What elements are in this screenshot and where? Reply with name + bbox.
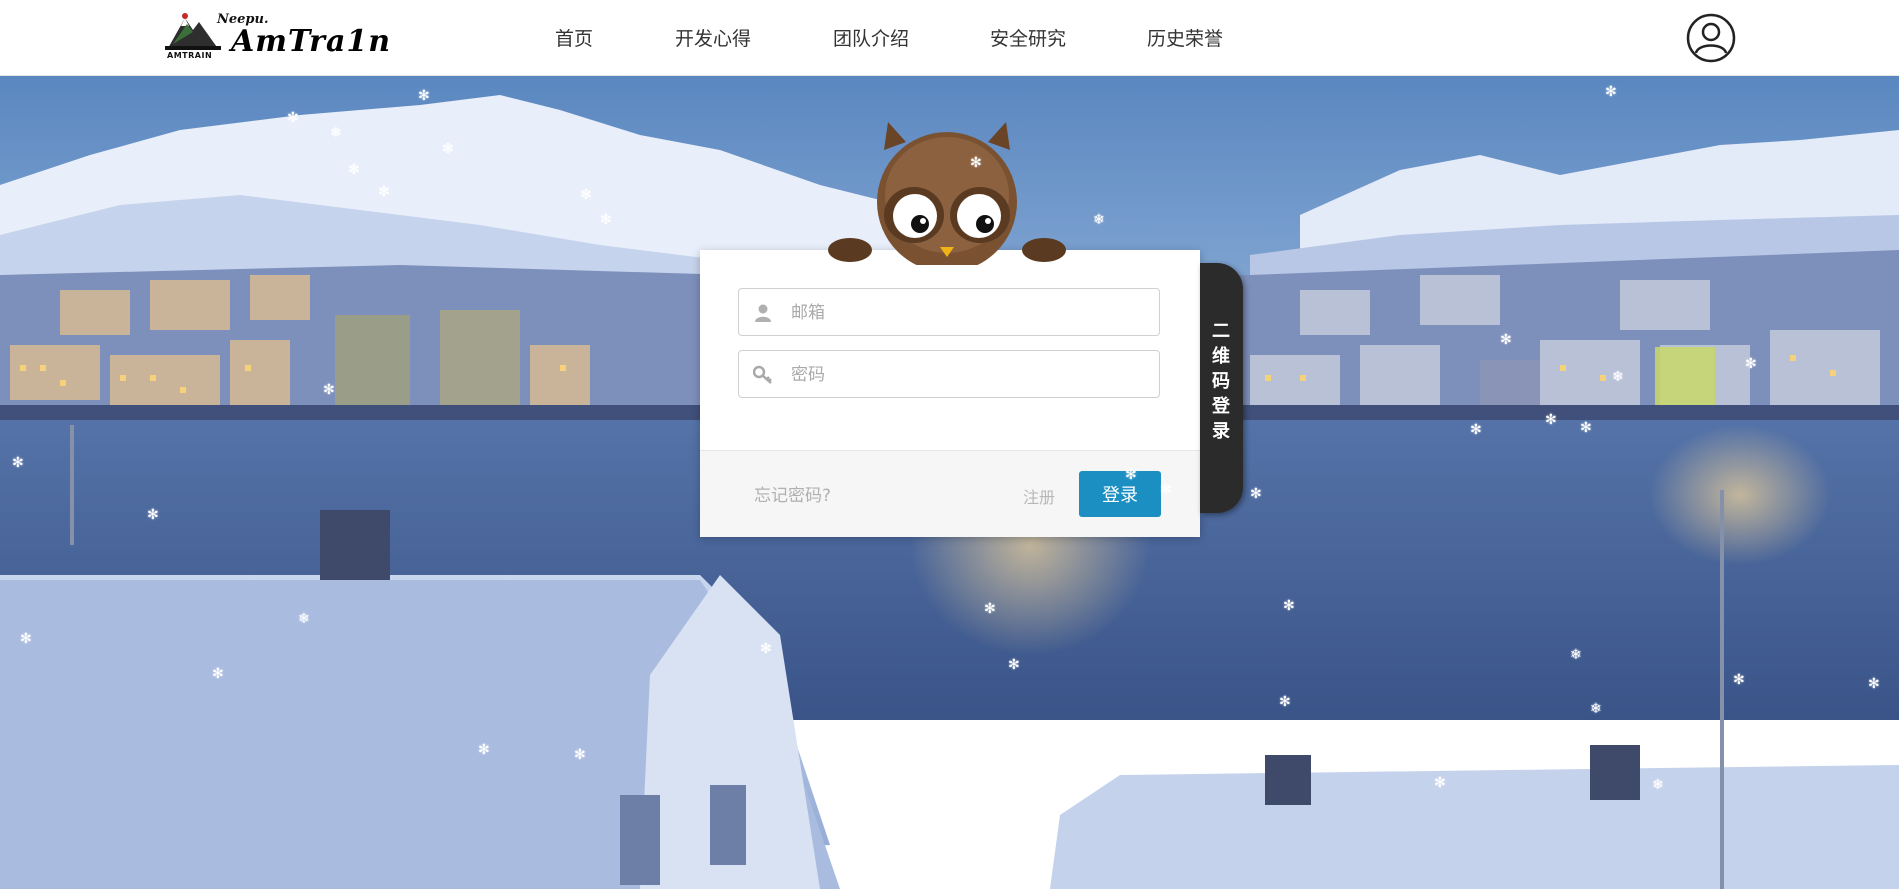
snowflake-icon: ✻ — [147, 507, 159, 523]
snowflake-icon: ❄ — [330, 125, 342, 141]
snowflake-icon: ✻ — [1868, 676, 1880, 692]
snowflake-icon: ✻ — [442, 141, 454, 157]
register-link[interactable]: 注册 — [1023, 484, 1055, 508]
snowflake-icon: ✻ — [1434, 775, 1446, 791]
snowflake-icon: ✻ — [1160, 482, 1172, 498]
snowflake-icon: ✻ — [1008, 657, 1020, 673]
nav-item-security[interactable]: 安全研究 — [990, 24, 1066, 51]
snowflake-icon: ✻ — [348, 162, 360, 178]
key-icon — [753, 365, 772, 384]
login-panel: 忘记密码? 注册 登录 — [700, 250, 1200, 537]
login-button[interactable]: 登录 — [1079, 471, 1161, 517]
snowflake-icon: ✻ — [12, 455, 24, 471]
logo-title: AmTra1n — [231, 24, 392, 59]
snowflake-icon: ✻ — [950, 778, 962, 794]
snowflake-icon: ✻ — [1745, 356, 1757, 372]
top-header: Neepu. AmTra1n AMTRAIN 首页 开发心得 团队介绍 安全研究… — [0, 0, 1899, 76]
snowflake-icon: ✻ — [1283, 598, 1295, 614]
snowflake-icon: ✻ — [287, 110, 299, 126]
snowflake-icon: ❄ — [1093, 212, 1105, 228]
snowflake-icon: ❄ — [298, 611, 310, 627]
snowflake-icon: ✻ — [20, 631, 32, 647]
snowflake-icon: ✻ — [1500, 332, 1512, 348]
nav-item-team[interactable]: 团队介绍 — [833, 24, 909, 51]
snowflake-icon: ✻ — [918, 731, 930, 747]
email-input[interactable] — [789, 297, 1153, 329]
qr-login-label: 二维码登录 — [1212, 321, 1230, 442]
snowflake-icon: ✻ — [1580, 420, 1592, 436]
snowflake-icon: ✻ — [212, 666, 224, 682]
snowflake-icon: ✻ — [760, 641, 772, 657]
nav-item-dev-notes[interactable]: 开发心得 — [675, 24, 751, 51]
snowflake-icon: ✻ — [478, 742, 490, 758]
snowflake-icon: ✻ — [984, 601, 996, 617]
snowflake-icon: ❄ — [1652, 777, 1664, 793]
site-logo[interactable]: Neepu. AmTra1n AMTRAIN — [163, 10, 390, 64]
snowflake-icon: ✻ — [1605, 84, 1617, 100]
snowflake-icon: ✻ — [1279, 694, 1291, 710]
snowflake-icon: ✻ — [600, 212, 612, 228]
snowflake-icon: ✻ — [418, 88, 430, 104]
qr-login-tab[interactable]: 二维码登录 — [1200, 263, 1243, 513]
snowflake-icon: ✻ — [1250, 486, 1262, 502]
snowflake-icon: ❄ — [1570, 647, 1582, 663]
snowflake-icon: ✻ — [1470, 422, 1482, 438]
snowflake-icon: ✻ — [1125, 467, 1137, 483]
snowflake-icon: ✻ — [378, 184, 390, 200]
snowflake-icon: ✻ — [1733, 672, 1745, 688]
logo-subtitle: AMTRAIN — [167, 51, 213, 60]
snowflake-icon: ✻ — [580, 187, 592, 203]
snowflake-icon: ✻ — [970, 155, 982, 171]
user-icon — [755, 304, 771, 322]
snowflake-icon: ❄ — [1612, 369, 1624, 385]
snowflake-icon: ❄ — [1590, 701, 1602, 717]
snowflake-icon: ✻ — [1545, 412, 1557, 428]
email-field[interactable] — [738, 288, 1160, 336]
nav-item-home[interactable]: 首页 — [555, 24, 593, 51]
snowflake-icon: ✻ — [323, 382, 335, 398]
snowflake-icon: ✻ — [574, 747, 586, 763]
user-circle-icon[interactable] — [1686, 13, 1736, 63]
snowflake-icon: ✻ — [1327, 736, 1339, 752]
password-input[interactable] — [789, 359, 1153, 391]
login-footer: 忘记密码? 注册 登录 — [700, 450, 1200, 537]
nav-item-honors[interactable]: 历史荣誉 — [1147, 24, 1223, 51]
owl-mascot — [828, 122, 1066, 265]
forgot-password-link[interactable]: 忘记密码? — [754, 481, 831, 506]
password-field[interactable] — [738, 350, 1160, 398]
